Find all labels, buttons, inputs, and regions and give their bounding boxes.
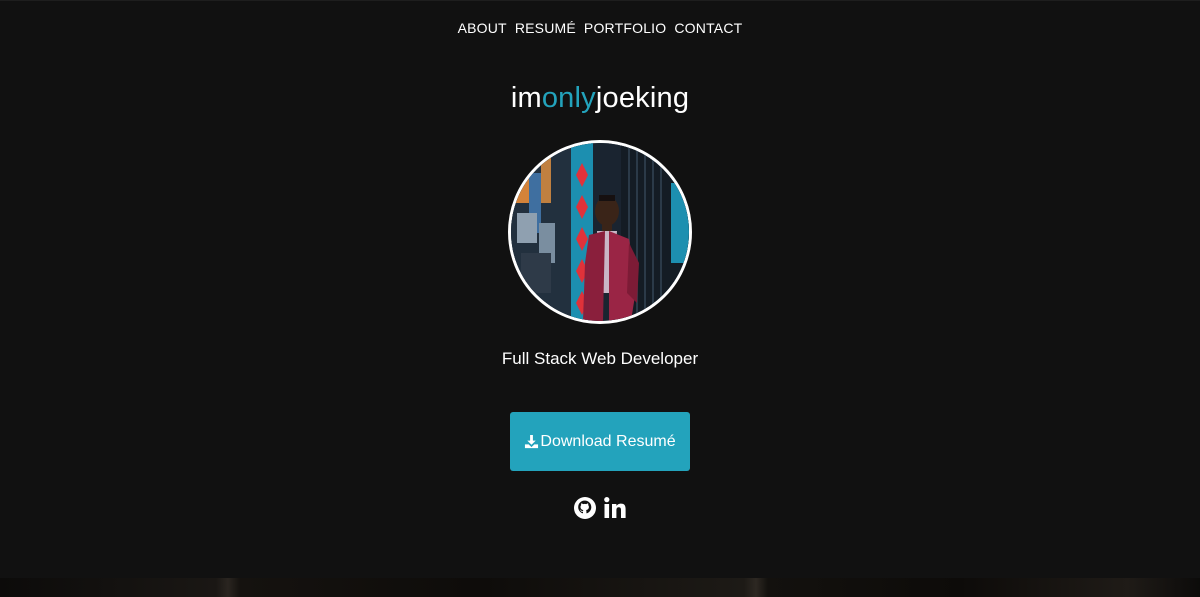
avatar-photo [511,143,689,321]
top-edge-divider [0,0,1200,1]
main-nav: ABOUT RESUMÉ PORTFOLIO CONTACT [0,20,1200,36]
linkedin-link[interactable] [603,496,627,520]
download-resume-label: Download Resumé [540,432,676,450]
linkedin-icon [604,497,626,518]
page: ABOUT RESUMÉ PORTFOLIO CONTACT imonlyjoe… [0,0,1200,597]
bottom-background-image-strip [0,578,1200,597]
site-brand-title: imonlyjoeking [0,82,1200,115]
github-icon [574,497,596,519]
brand-part-im: im [510,82,542,114]
download-icon [525,434,539,449]
social-links [0,496,1200,520]
github-link[interactable] [573,496,597,520]
profile-avatar [508,140,692,324]
download-resume-button[interactable]: Download Resumé [510,412,690,471]
brand-part-only: only [541,82,596,114]
brand-part-joeking: joeking [595,82,690,114]
job-title: Full Stack Web Developer [501,349,699,368]
nav-contact-link[interactable]: CONTACT [674,20,742,36]
nav-about-link[interactable]: ABOUT [458,20,507,36]
nav-portfolio-link[interactable]: PORTFOLIO [584,20,666,36]
nav-resume-link[interactable]: RESUMÉ [515,20,576,36]
